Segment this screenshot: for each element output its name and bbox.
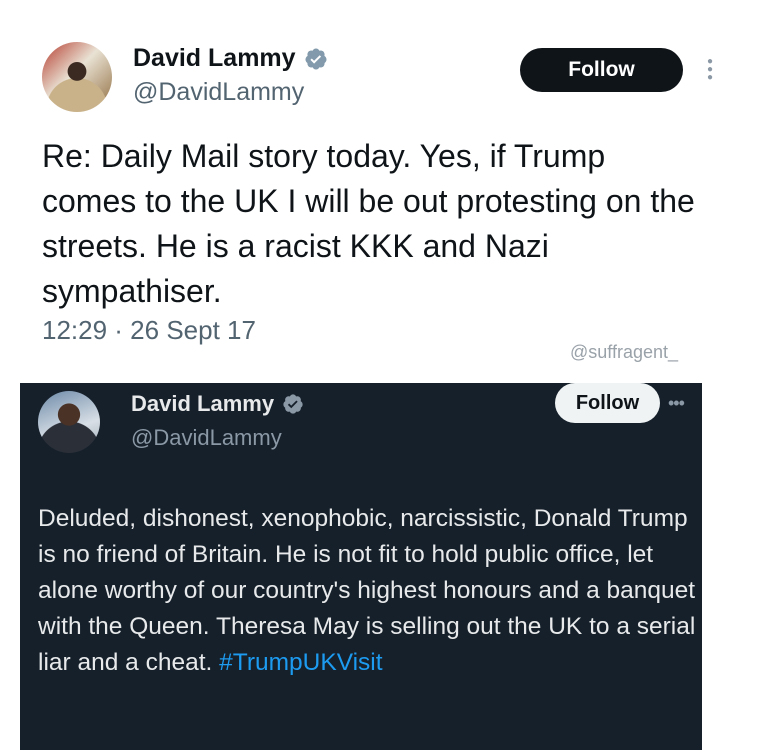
hashtag-link: #TrumpUKVisit [219, 649, 383, 676]
more-horizontal-icon: ••• [668, 393, 685, 413]
follow-button[interactable]: Follow [520, 48, 683, 92]
handle[interactable]: @DavidLammy [133, 78, 304, 107]
follow-button: Follow [555, 383, 660, 423]
author-name-row: David Lammy [133, 44, 328, 73]
tweet-text: Re: Daily Mail story today. Yes, if Trum… [42, 138, 695, 309]
author-name-row: David Lammy [131, 391, 304, 417]
avatar[interactable] [42, 42, 112, 112]
verified-badge-icon [283, 394, 303, 414]
tweet-timestamp[interactable]: 12:29 · 26 Sept 17 [42, 315, 256, 346]
display-name[interactable]: David Lammy [133, 44, 296, 73]
tweet-card: David Lammy @DavidLammy Follow ● ● ● Re: D… [0, 0, 761, 380]
tweet-text: Deluded, dishonest, xenophobic, narcissi… [38, 501, 698, 681]
handle: @DavidLammy [131, 425, 282, 450]
embedded-tweet-screenshot: David Lammy @DavidLammy Follow ••• Delud… [20, 383, 702, 750]
more-vertical-icon[interactable]: ● ● ● [702, 57, 718, 84]
verified-badge-icon [305, 48, 327, 69]
avatar [38, 391, 100, 453]
display-name: David Lammy [131, 391, 275, 416]
watermark: @suffragent_ [570, 342, 679, 362]
